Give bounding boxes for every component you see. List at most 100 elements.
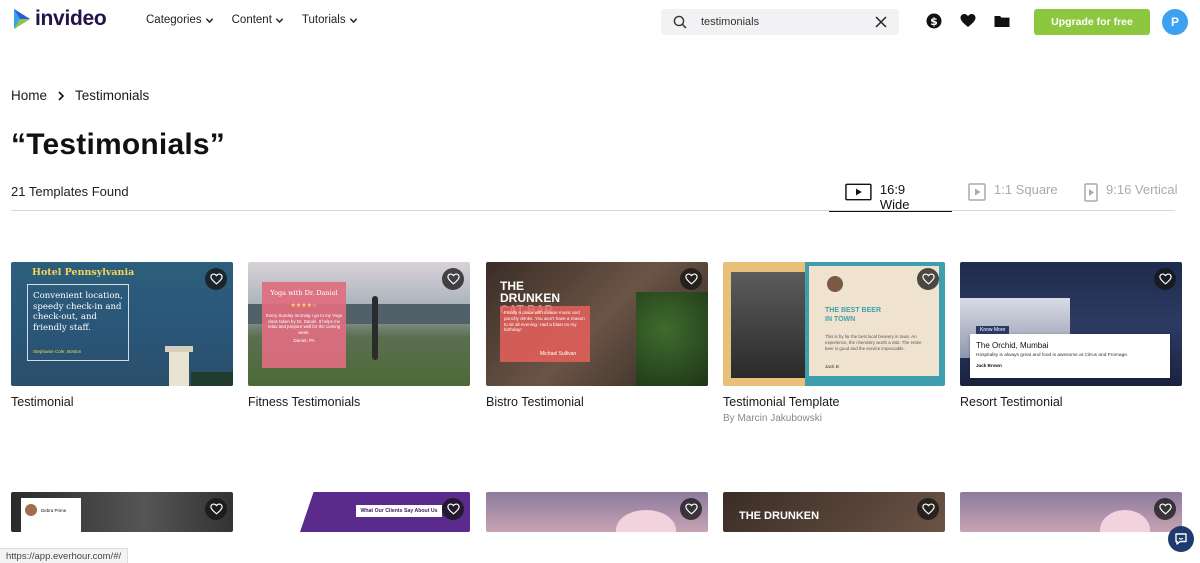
menu-label: Categories: [146, 14, 202, 26]
card-title[interactable]: Testimonial Template: [723, 395, 945, 409]
tab-label: 1:1 Square: [994, 182, 1058, 197]
favorite-button[interactable]: [205, 498, 227, 520]
building-roof: [165, 346, 193, 352]
tab-1-1-square[interactable]: 1:1 Square: [968, 180, 1058, 210]
logo-icon: [14, 9, 30, 29]
heart-outline-icon: [209, 503, 223, 515]
menu-categories[interactable]: Categories: [146, 14, 214, 26]
upgrade-button[interactable]: Upgrade for free: [1034, 9, 1150, 35]
card-author[interactable]: By Marcin Jakubowski: [723, 413, 945, 424]
rating-stars: ★★★★☆: [290, 303, 318, 309]
template-thumbnail[interactable]: Know More The Orchid, Mumbai Hospitality…: [960, 262, 1182, 386]
tab-16-9-wide[interactable]: 16:9 Wide: [829, 180, 952, 212]
card-title[interactable]: Fitness Testimonials: [248, 395, 470, 409]
template-thumbnail[interactable]: THE DRUNKEN CAT BAR Finally a place with…: [486, 262, 708, 386]
thumb-quote: This is by far the best local brewery in…: [825, 334, 922, 351]
thumb-name: Daniel, PA: [293, 338, 315, 344]
chevron-down-icon: [275, 17, 284, 23]
pink-circle: [1100, 510, 1150, 532]
template-thumbnail[interactable]: Debra Prime: [11, 492, 233, 532]
thumb-heading: What Our Clients Say About Us: [356, 505, 442, 517]
card-title[interactable]: Bistro Testimonial: [486, 395, 708, 409]
template-card[interactable]: THE DRUNKEN CAT BAR Finally a place with…: [486, 262, 708, 409]
folder-icon[interactable]: [994, 13, 1010, 29]
template-card[interactable]: Yoga with Dr. Daniel ★★★★☆ Every Sunday …: [248, 262, 470, 409]
breadcrumb: Home Testimonials: [11, 88, 149, 103]
divider: [11, 210, 1175, 211]
favorite-button[interactable]: [917, 268, 939, 290]
favorite-button[interactable]: [442, 498, 464, 520]
card-title[interactable]: Testimonial: [11, 395, 233, 409]
favorite-button[interactable]: [205, 268, 227, 290]
main-menu: Categories Content Tutorials: [146, 14, 358, 26]
thumb-quote-box: Debra Prime: [21, 498, 81, 532]
thumb-quote: Finally a place with insane music and pu…: [504, 310, 585, 333]
chevron-down-icon: [205, 17, 213, 23]
template-thumbnail[interactable]: [486, 492, 708, 532]
menu-tutorials[interactable]: Tutorials: [302, 14, 358, 26]
template-card[interactable]: Know More The Orchid, Mumbai Hospitality…: [960, 262, 1182, 409]
thumb-quote: Convenient location, speedy check-in and…: [33, 291, 123, 333]
heart-icon[interactable]: [960, 13, 976, 29]
play-icon: [968, 183, 986, 201]
thumb-quote-box: Know More The Orchid, Mumbai Hospitality…: [970, 326, 1170, 378]
favorite-button[interactable]: [1154, 498, 1176, 520]
tab-label: 9:16 Vertical: [1106, 182, 1178, 197]
chat-icon: [1175, 533, 1187, 545]
tab-9-16-vertical[interactable]: 9:16 Vertical: [1084, 180, 1178, 210]
thumb-quote-box: Convenient location, speedy check-in and…: [27, 284, 129, 361]
chat-button[interactable]: [1168, 526, 1194, 552]
favorite-button[interactable]: [442, 268, 464, 290]
template-card[interactable]: THE BEST BEER IN TOWN This is by far the…: [723, 262, 945, 424]
yoga-figure: [372, 296, 378, 360]
template-thumbnail[interactable]: What Our Clients Say About Us: [248, 492, 470, 532]
heart-outline-icon: [921, 503, 935, 515]
svg-text:$: $: [930, 15, 938, 28]
logo[interactable]: invideo: [12, 7, 107, 31]
template-card[interactable]: Hotel Pennsylvania Convenient location, …: [11, 262, 233, 409]
thumb-heading: The Orchid, Mumbai: [976, 341, 1049, 350]
favorite-button[interactable]: [917, 498, 939, 520]
page-title: “Testimonials”: [11, 128, 225, 161]
play-icon: [845, 183, 872, 201]
avatar: [25, 504, 37, 516]
favorite-button[interactable]: [1154, 268, 1176, 290]
template-thumbnail[interactable]: Hotel Pennsylvania Convenient location, …: [11, 262, 233, 386]
thumb-name: Debra Prime: [41, 508, 67, 513]
close-icon[interactable]: [875, 16, 887, 28]
avatar[interactable]: P: [1162, 9, 1188, 35]
menu-content[interactable]: Content: [232, 14, 284, 26]
thumb-quote-box: Finally a place with insane music and pu…: [500, 306, 590, 362]
thumb-heading: THE BEST BEER IN TOWN: [825, 307, 882, 323]
heart-outline-icon: [921, 273, 935, 285]
menu-label: Content: [231, 14, 272, 26]
thumb-heading: THE DRUNKEN: [739, 510, 820, 522]
window-photo: [731, 272, 809, 378]
template-thumbnail[interactable]: Yoga with Dr. Daniel ★★★★☆ Every Sunday …: [248, 262, 470, 386]
template-thumbnail[interactable]: THE DRUNKEN: [723, 492, 945, 532]
heart-outline-icon: [684, 273, 698, 285]
thumb-name: Michael Sullivan: [540, 351, 577, 357]
breadcrumb-current: Testimonials: [75, 88, 150, 103]
heart-outline-icon: [1158, 503, 1172, 515]
search-icon: [673, 15, 687, 29]
card-title[interactable]: Resort Testimonial: [960, 395, 1182, 409]
heart-outline-icon: [1158, 273, 1172, 285]
template-thumbnail[interactable]: THE BEST BEER IN TOWN This is by far the…: [723, 262, 945, 386]
template-thumbnail[interactable]: [960, 492, 1182, 532]
thumb-tag: Know More: [976, 326, 1010, 334]
search-input[interactable]: [701, 14, 861, 30]
top-nav: invideo Categories Content Tutorials $ U…: [0, 0, 1200, 44]
thumb-name: Jack B: [825, 364, 839, 369]
heart-outline-icon: [684, 503, 698, 515]
breadcrumb-home[interactable]: Home: [11, 88, 47, 103]
favorite-button[interactable]: [680, 268, 702, 290]
building-shape: [169, 350, 189, 386]
thumb-quote-box: Yoga with Dr. Daniel ★★★★☆ Every Sunday …: [262, 282, 346, 368]
dollar-icon[interactable]: $: [926, 13, 942, 29]
logo-text: invideo: [35, 7, 107, 30]
thumb-name: Stephanie Cole, Boston: [33, 349, 82, 354]
thumb-heading: Hotel Pennsylvania: [32, 267, 135, 278]
results-count: 21 Templates Found: [11, 184, 129, 199]
favorite-button[interactable]: [680, 498, 702, 520]
